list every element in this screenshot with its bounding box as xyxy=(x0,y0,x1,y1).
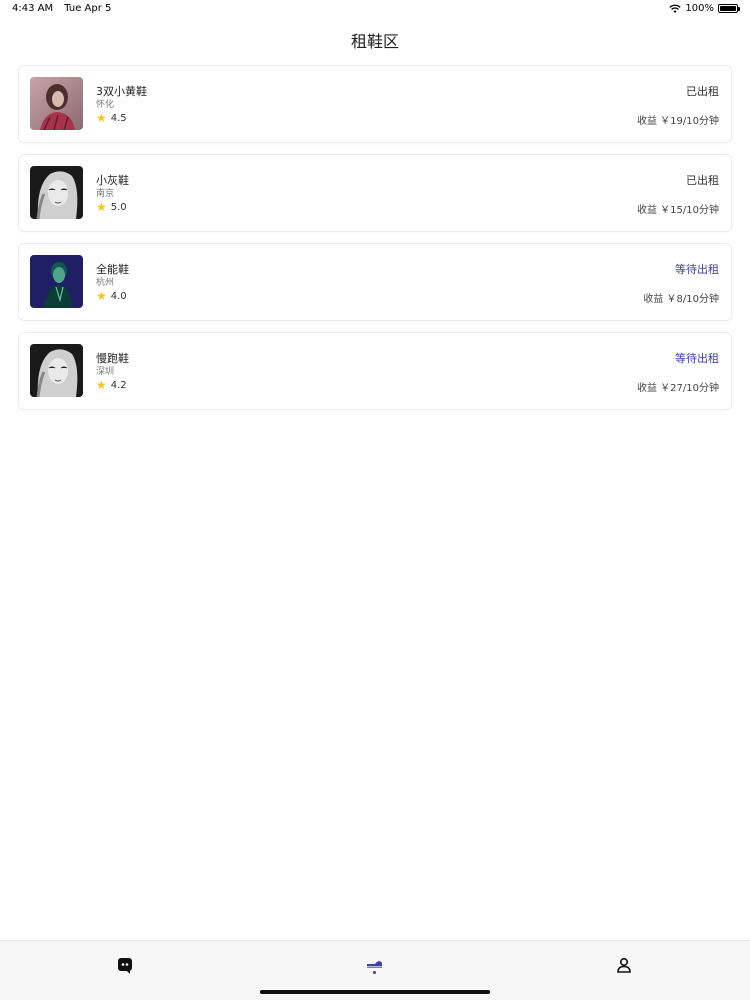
shoe-rating: ★ 4.0 xyxy=(96,290,127,302)
status-bar: 4:43 AM Tue Apr 5 100% xyxy=(0,0,750,18)
home-indicator xyxy=(260,990,490,994)
page-title: 租鞋区 xyxy=(350,32,399,51)
tab-chat[interactable] xyxy=(115,955,135,975)
battery-icon xyxy=(718,4,740,13)
shoe-city: 杭州 xyxy=(96,278,115,288)
shoe-card[interactable]: 3双小黄鞋 怀化 ★ 4.5 已出租 收益 ￥19/10分钟 xyxy=(18,65,732,143)
star-icon: ★ xyxy=(96,200,107,214)
rating-value: 5.0 xyxy=(110,201,127,213)
shoe-city: 深圳 xyxy=(96,367,115,377)
user-icon xyxy=(617,957,631,973)
shoe-thumbnail xyxy=(30,166,83,219)
status-date: Tue Apr 5 xyxy=(64,3,112,14)
rating-value: 4.5 xyxy=(110,112,127,124)
shoe-thumbnail xyxy=(30,77,83,130)
shoe-income: 收益 ￥15/10分钟 xyxy=(637,205,719,216)
tab-profile[interactable] xyxy=(614,955,634,975)
shoe-thumbnail xyxy=(30,255,83,308)
shoe-card[interactable]: 全能鞋 杭州 ★ 4.0 等待出租 收益 ￥8/10分钟 xyxy=(18,243,732,321)
star-icon: ★ xyxy=(96,111,107,125)
shoe-city: 怀化 xyxy=(96,100,115,110)
shoe-income: 收益 ￥19/10分钟 xyxy=(637,116,719,127)
shoe-thumbnail xyxy=(30,344,83,397)
battery-percent: 100% xyxy=(685,3,714,14)
shoe-list: 3双小黄鞋 怀化 ★ 4.5 已出租 收益 ￥19/10分钟 小灰鞋 南京 ★ … xyxy=(18,65,732,421)
shoe-income: 收益 ￥27/10分钟 xyxy=(637,383,719,394)
rental-status: 等待出租 xyxy=(675,263,719,276)
rental-status: 等待出租 xyxy=(675,352,719,365)
star-icon: ★ xyxy=(96,378,107,392)
star-icon: ★ xyxy=(96,289,107,303)
chat-icon xyxy=(118,958,132,974)
rental-status: 已出租 xyxy=(686,85,719,98)
rental-status: 已出租 xyxy=(686,174,719,187)
shoe-income: 收益 ￥8/10分钟 xyxy=(643,294,719,305)
shoe-rating: ★ 5.0 xyxy=(96,201,127,213)
rating-value: 4.0 xyxy=(110,290,127,302)
status-time: 4:43 AM xyxy=(12,3,54,14)
shoe-card[interactable]: 小灰鞋 南京 ★ 5.0 已出租 收益 ￥15/10分钟 xyxy=(18,154,732,232)
rating-value: 4.2 xyxy=(110,379,127,391)
shoe-city: 南京 xyxy=(96,189,115,199)
active-tab-indicator xyxy=(373,971,376,974)
shoe-card[interactable]: 慢跑鞋 深圳 ★ 4.2 等待出租 收益 ￥27/10分钟 xyxy=(18,332,732,410)
shoe-rating: ★ 4.5 xyxy=(96,112,127,124)
wifi-icon xyxy=(669,4,682,13)
shoe-rating: ★ 4.2 xyxy=(96,379,127,391)
